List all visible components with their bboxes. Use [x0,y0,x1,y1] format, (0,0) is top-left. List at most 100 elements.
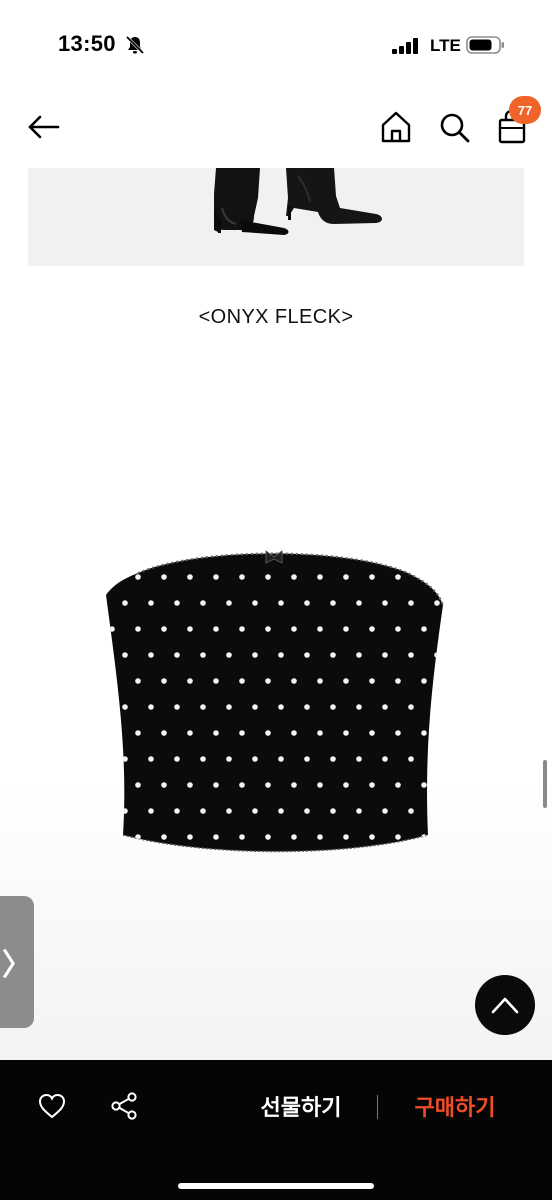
search-icon[interactable] [436,108,472,146]
product-photo-tube-top [106,550,448,865]
scroll-to-top-button[interactable] [475,975,535,1035]
polka-dot [291,678,297,684]
polka-dot [304,652,310,658]
polka-dot [213,782,219,788]
polka-dot [330,860,336,865]
polka-dot [304,600,310,606]
polka-dot [343,834,349,840]
polka-dot [122,704,128,710]
polka-dot [304,808,310,814]
gift-button[interactable]: 선물하기 [236,1090,366,1126]
status-time: 13:50 [58,31,116,56]
polka-dot [148,652,154,658]
polka-dot [382,756,388,762]
polka-dot [161,678,167,684]
polka-dot [395,574,401,580]
back-button[interactable] [24,110,64,144]
polka-dot [265,574,271,580]
polka-dot [382,600,388,606]
polka-dot [200,704,206,710]
polka-dot [291,782,297,788]
polka-dot [395,782,401,788]
polka-dot [135,678,141,684]
polka-dot [265,834,271,840]
polka-dot [122,600,128,606]
polka-dot [122,808,128,814]
polka-dot [213,626,219,632]
home-indicator [178,1183,374,1189]
polka-dot [200,652,206,658]
polka-dot [161,730,167,736]
polka-dot [278,860,284,865]
polka-dot [187,574,193,580]
polka-dot [278,756,284,762]
polka-dot [109,730,115,736]
polka-dot [278,704,284,710]
polka-dot [278,652,284,658]
polka-dot [109,574,115,580]
back-arrow-icon [28,115,60,139]
polka-dot [356,704,362,710]
share-icon[interactable] [108,1090,140,1122]
polka-dot [382,860,388,865]
polka-dot [343,782,349,788]
polka-dot [343,626,349,632]
polka-dot [226,652,232,658]
polka-dot [278,808,284,814]
polka-dot [161,782,167,788]
polka-dot [434,860,440,865]
polka-dot [408,860,414,865]
bottom-action-bar: 선물하기 구매하기 [0,1060,552,1200]
polka-dot [122,652,128,658]
polka-dot [174,860,180,865]
polka-dot [174,756,180,762]
polka-dot [213,574,219,580]
polka-dot [408,756,414,762]
polka-dot [421,678,427,684]
polka-dot [252,652,258,658]
polka-dot [161,834,167,840]
polka-dot [369,574,375,580]
polka-dot [122,860,128,865]
polka-dot [200,600,206,606]
heart-icon[interactable] [36,1090,68,1122]
polka-dot [330,808,336,814]
status-bar: 13:50 LTE [0,0,552,90]
polka-dot [395,730,401,736]
polka-dot [304,704,310,710]
polka-dot [252,808,258,814]
polka-dot [447,730,448,736]
boots-image [28,168,524,266]
home-icon[interactable] [378,108,414,146]
polka-dot [291,626,297,632]
polka-dot [187,678,193,684]
polka-dot [421,730,427,736]
polka-dot [356,652,362,658]
polka-dot [434,652,440,658]
polka-dot [447,782,448,788]
scroll-indicator[interactable] [543,760,547,808]
polka-dot [148,808,154,814]
app-screen: 13:50 LTE 77 <ONYX FLECK> 〉 선물하기 구매하기 [0,0,552,1200]
polka-dot [408,704,414,710]
polka-dot [213,730,219,736]
side-drawer-tab[interactable]: 〉 [0,896,34,1028]
buy-button[interactable]: 구매하기 [390,1090,520,1126]
polka-dot [213,678,219,684]
polka-dot [174,704,180,710]
polka-dot [330,652,336,658]
polka-dot [382,704,388,710]
polka-dot [343,574,349,580]
polka-dot [291,730,297,736]
polka-dot [382,652,388,658]
battery-icon [466,36,504,54]
polka-dot [122,756,128,762]
polka-dot [239,730,245,736]
polka-dot [265,730,271,736]
polka-dot [161,574,167,580]
polka-dot [252,704,258,710]
polka-dot [109,834,115,840]
polka-dot [343,678,349,684]
polka-dot [239,626,245,632]
polka-dot [434,756,440,762]
